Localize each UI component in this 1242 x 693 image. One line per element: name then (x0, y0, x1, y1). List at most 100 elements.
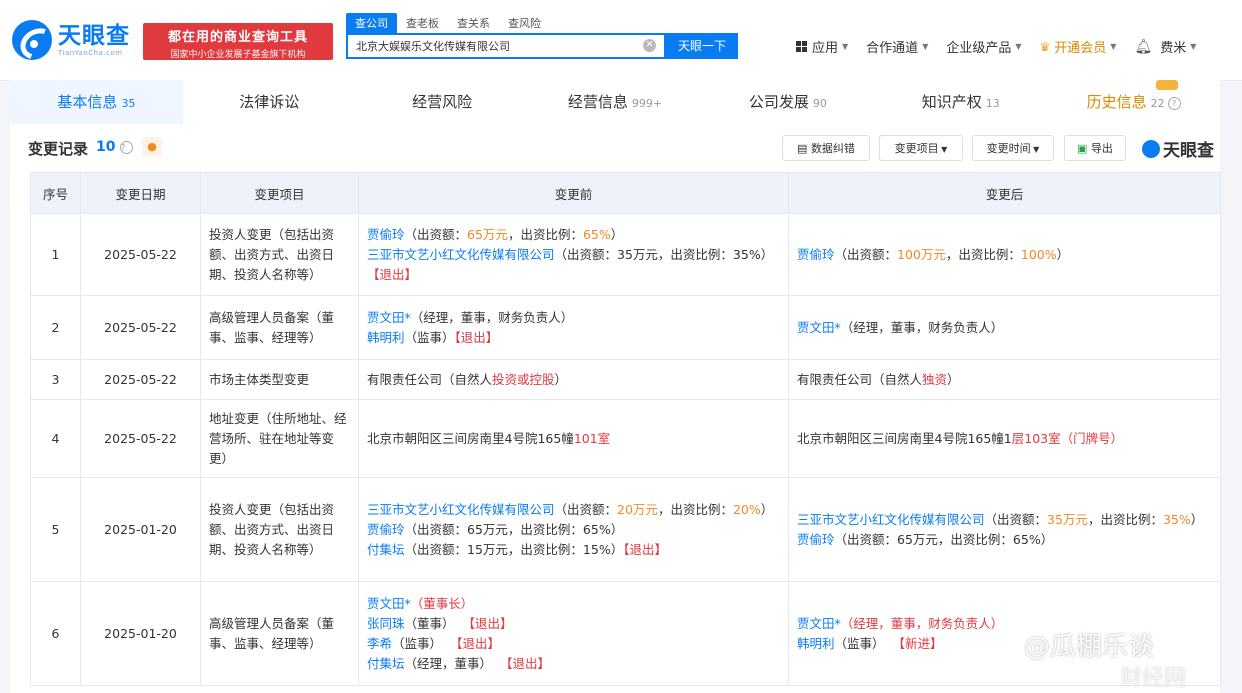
change-item-filter[interactable]: 变更项目 ▼ (879, 135, 963, 161)
table-row: 4 2025-05-22 地址变更（住所地址、经营场所、驻在地址等变更） 北京市… (30, 399, 1221, 478)
person-link[interactable]: 贾偷玲 (797, 247, 835, 262)
row-before: 有限责任公司（自然人投资或控股） (358, 359, 789, 400)
tab-basic-info[interactable]: 基本信息 35 (10, 80, 183, 124)
tab-legal[interactable]: 法律诉讼 (183, 80, 356, 124)
tab-risk[interactable]: 经营风险 (356, 80, 529, 124)
person-link[interactable]: 贾偷玲 (367, 522, 405, 537)
person-link[interactable]: 贾文田* (797, 320, 841, 335)
search-tab-relation[interactable]: 查关系 (448, 13, 499, 33)
tab-label: 基本信息 (57, 93, 118, 111)
help-icon[interactable]: ? (1167, 97, 1181, 110)
col-header-before: 变更前 (358, 172, 789, 214)
help-icon[interactable]: ? (120, 141, 133, 154)
change-time-label: 变更时间 (986, 142, 1031, 155)
promo-title: 都在用的商业查询工具 (167, 30, 308, 45)
change-time-filter[interactable]: 变更时间 ▼ (972, 135, 1054, 161)
text: （经理，董事） (404, 655, 493, 671)
chevron-down-icon: ▼ (938, 145, 948, 154)
search-tab-boss[interactable]: 查老板 (397, 13, 448, 33)
row-item: 高级管理人员备案（董事、监事、经理等） (200, 295, 359, 360)
row-after: 有限责任公司（自然人独资） (788, 359, 1221, 400)
bell-icon[interactable]: 🔔︎ (1134, 39, 1152, 55)
nav-user[interactable]: 🔔︎ 费米 ▼ (1134, 37, 1196, 57)
chevron-down-icon: ▼ (1030, 145, 1040, 154)
person-link[interactable]: 李希 (367, 636, 392, 651)
export-button[interactable]: ▣ 导出 (1064, 135, 1126, 161)
module-tabs: 基本信息 35 法律诉讼 经营风险 经营信息 999+ 公司发展 90 知识产权 13 … (10, 80, 1220, 124)
row-date: 2025-01-20 (80, 581, 201, 686)
table-row: 5 2025-01-20 投资人变更（包括出资额、出资方式、出资日期、投资人名称… (30, 477, 1221, 582)
tianyancha-watermark: 天眼查 (1142, 136, 1214, 161)
text: （出资额：65万元，出资比例：65%） (404, 521, 624, 537)
text: （出资额：35万元，出资比例：35%） (554, 246, 774, 262)
text: （经理，董事，财务负责人） (840, 319, 1004, 335)
tab-ip[interactable]: 知识产权 13 (874, 80, 1047, 124)
data-correction-button[interactable]: ▤ 数据纠错 (782, 135, 870, 161)
clear-icon[interactable]: ✕ (643, 39, 656, 52)
section-count: 10 (96, 139, 116, 155)
nav-cooperation[interactable]: 合作通道 ▼ (866, 37, 928, 56)
nav-apps[interactable]: 应用 ▼ (796, 37, 848, 56)
text: ） (610, 226, 624, 242)
person-link[interactable]: 韩明利 (367, 330, 405, 345)
grid-icon (796, 41, 807, 52)
source-watermark: @瓜棚乐谈 (1024, 632, 1155, 662)
change-item-label: 变更项目 (894, 142, 939, 155)
data-correction-label: 数据纠错 (810, 142, 855, 155)
site-logo[interactable]: 天眼查 TianYanCha.com (12, 20, 130, 60)
tab-count: 999+ (631, 97, 663, 110)
highlight: 35万元 (1047, 511, 1088, 527)
text: （出资额： (834, 246, 898, 262)
text: ） (1056, 246, 1070, 262)
tab-label: 法律诉讼 (239, 93, 300, 111)
text: 有限责任公司（自然人 (367, 371, 493, 387)
person-link[interactable]: 贾文田* (367, 310, 411, 325)
highlight: 20% (732, 501, 761, 517)
text: ，出资比例： (945, 246, 1021, 262)
person-link[interactable]: 贾偷玲 (797, 532, 835, 547)
nav-vip[interactable]: ♛ 开通会员 ▼ (1040, 37, 1117, 57)
person-link[interactable]: 贾偷玲 (367, 227, 405, 242)
text: （出资额： (984, 511, 1048, 527)
promo-banner[interactable]: 都在用的商业查询工具 国家中小企业发展子基金旗下机构 (143, 23, 333, 60)
logo-domain: TianYanCha.com (58, 49, 123, 57)
person-link[interactable]: 付集坛 (367, 542, 405, 557)
nav-enterprise[interactable]: 企业级产品 ▼ (946, 37, 1021, 56)
text: ） (947, 371, 960, 387)
tab-history[interactable]: 历史信息 22? (1047, 80, 1220, 124)
row-date: 2025-05-22 (80, 295, 201, 360)
exit-tag: 【退出】 (367, 266, 418, 282)
row-item: 市场主体类型变更 (200, 359, 359, 400)
export-label: 导出 (1090, 142, 1113, 155)
row-before: 北京市朝阳区三间房南里4号院165幢101室 (358, 399, 789, 478)
highlight: 35% (1162, 511, 1191, 527)
row-after: 北京市朝阳区三间房南里4号院165幢1层103室（门牌号） (788, 399, 1221, 478)
company-link[interactable]: 三亚市文艺小红文化传媒有限公司 (367, 502, 555, 517)
highlight: 独资 (922, 371, 948, 387)
person-link[interactable]: 韩明利 (797, 636, 835, 651)
search-tab-risk[interactable]: 查风险 (499, 13, 550, 33)
new-tag: 【新进】 (892, 635, 943, 651)
highlight: 投资或控股 (492, 371, 555, 387)
search-button[interactable]: 天眼一下 (666, 33, 738, 59)
change-records-section: 变更记录 10 ? ● ▤ 数据纠错 变更项目 ▼ 变更时间 ▼ ▣ 导出 天眼… (10, 124, 1221, 693)
company-link[interactable]: 三亚市文艺小红文化传媒有限公司 (797, 512, 985, 527)
tab-development[interactable]: 公司发展 90 (701, 80, 874, 124)
tab-count: 13 (985, 97, 1000, 110)
nav-cooperation-label: 合作通道 (866, 41, 919, 56)
text: ，出资比例： (507, 226, 583, 242)
alert-bell-icon[interactable]: ● (142, 137, 162, 157)
user-name: 费米 (1160, 41, 1187, 56)
search-tab-company[interactable]: 查公司 (346, 13, 397, 33)
company-link[interactable]: 三亚市文艺小红文化传媒有限公司 (367, 247, 555, 262)
person-link[interactable]: 贾文田* (797, 616, 841, 631)
tab-label: 经营风险 (412, 93, 473, 111)
person-link[interactable]: 张同珠 (367, 616, 405, 631)
person-link[interactable]: 付集坛 (367, 656, 405, 671)
person-link[interactable]: 贾文田* (367, 596, 411, 611)
row-before: 贾文田*（董事长） 张同珠（董事） 【退出】 李希（监事） 【退出】 付集坛（经… (358, 581, 789, 686)
tab-business[interactable]: 经营信息 999+ (529, 80, 702, 124)
text: ） (760, 501, 774, 517)
text: ） (1190, 511, 1204, 527)
search-input[interactable] (348, 35, 644, 57)
